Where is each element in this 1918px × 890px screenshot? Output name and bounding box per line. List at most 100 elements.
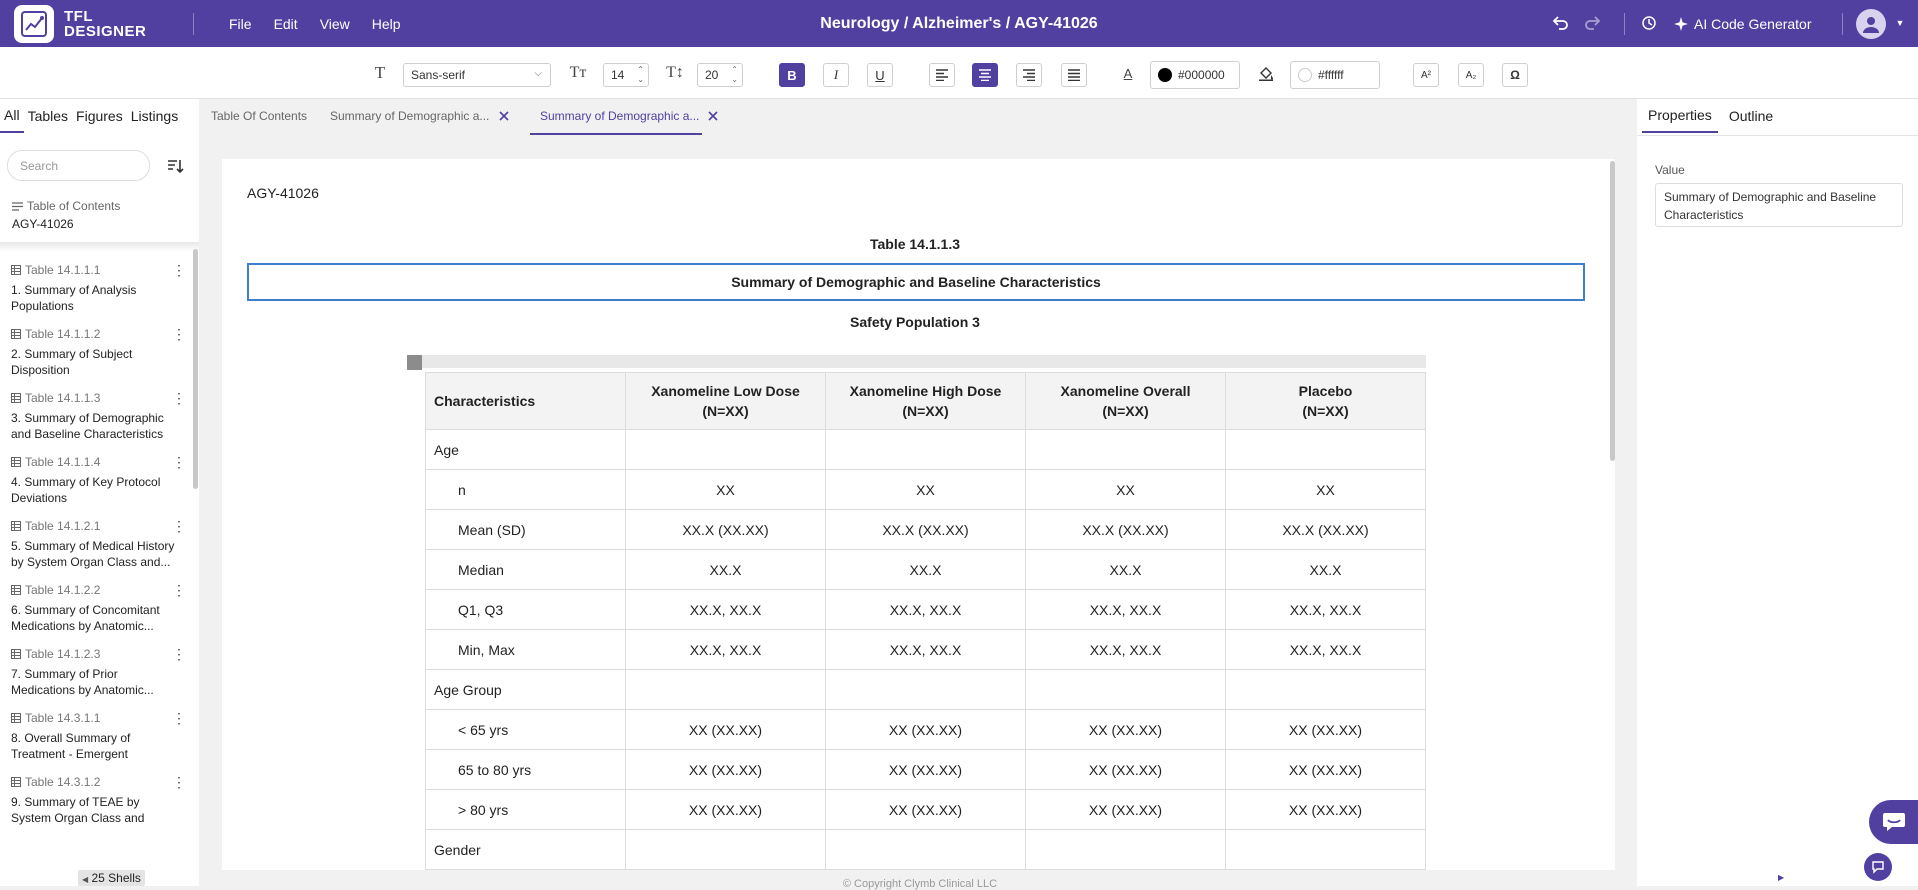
- align-left-button[interactable]: [929, 63, 955, 87]
- special-characters-button[interactable]: Ω: [1502, 63, 1528, 87]
- table-cell[interactable]: [1225, 429, 1426, 470]
- table-title[interactable]: Summary of Demographic and Baseline Char…: [247, 263, 1585, 301]
- table-cell[interactable]: [625, 669, 826, 710]
- row-label[interactable]: Age: [425, 429, 626, 470]
- table-cell[interactable]: XX: [1025, 469, 1226, 510]
- table-cell[interactable]: XX (XX.XX): [1025, 789, 1226, 830]
- table-number[interactable]: Table 14.1.1.3: [222, 236, 1608, 252]
- line-height-stepper[interactable]: 20 ⌃ ⌄: [697, 63, 743, 87]
- column-header[interactable]: Placebo (N=XX): [1225, 372, 1426, 430]
- subscript-button[interactable]: A₂: [1458, 63, 1484, 87]
- table-cell[interactable]: XX.X, XX.X: [1025, 589, 1226, 630]
- table-cell[interactable]: [625, 429, 826, 470]
- row-label[interactable]: n: [425, 469, 626, 510]
- stepper-arrows-icon[interactable]: ⌃ ⌄: [637, 65, 644, 85]
- table-cell[interactable]: [1225, 829, 1426, 870]
- undo-icon[interactable]: [1550, 13, 1570, 33]
- more-vertical-icon[interactable]: ⋮: [172, 647, 186, 664]
- table-cell[interactable]: [1225, 669, 1426, 710]
- column-header[interactable]: Xanomeline Low Dose (N=XX): [625, 372, 826, 430]
- row-label[interactable]: Min, Max: [425, 629, 626, 670]
- table-cell[interactable]: XX.X (XX.XX): [625, 509, 826, 550]
- row-label[interactable]: Mean (SD): [425, 509, 626, 550]
- tab-figures[interactable]: Figures: [72, 99, 127, 133]
- table-cell[interactable]: XX (XX.XX): [1025, 709, 1226, 750]
- menu-edit[interactable]: Edit: [263, 0, 309, 47]
- more-vertical-icon[interactable]: ⋮: [172, 711, 186, 728]
- toc-item[interactable]: Table 14.1.2.2 6. Summary of Concomitant …: [0, 579, 186, 643]
- column-header[interactable]: Xanomeline High Dose (N=XX): [825, 372, 1026, 430]
- search-input[interactable]: Search: [7, 150, 150, 181]
- superscript-button[interactable]: A²: [1413, 63, 1439, 87]
- more-vertical-icon[interactable]: ⋮: [172, 327, 186, 344]
- row-label[interactable]: Median: [425, 549, 626, 590]
- table-cell[interactable]: XX (XX.XX): [1225, 789, 1426, 830]
- more-vertical-icon[interactable]: ⋮: [172, 519, 186, 536]
- toc-item[interactable]: Table 14.1.1.1 1. Summary of Analysis Pop…: [0, 259, 186, 323]
- table-cell[interactable]: XX (XX.XX): [1025, 749, 1226, 790]
- menu-file[interactable]: File: [218, 0, 263, 47]
- table-cell[interactable]: XX.X: [1025, 549, 1226, 590]
- column-resize-bar[interactable]: [422, 355, 1426, 368]
- row-label[interactable]: Q1, Q3: [425, 589, 626, 630]
- underline-button[interactable]: U: [867, 63, 893, 87]
- more-vertical-icon[interactable]: ⋮: [172, 455, 186, 472]
- toc-header[interactable]: Table of Contents: [12, 199, 120, 213]
- table-cell[interactable]: XX.X, XX.X: [1025, 629, 1226, 670]
- chevron-down-icon[interactable]: ▼: [1890, 13, 1910, 33]
- fill-color-picker[interactable]: #ffffff: [1290, 61, 1380, 89]
- table-cell[interactable]: XX.X, XX.X: [1225, 589, 1426, 630]
- table-cell[interactable]: XX.X, XX.X: [625, 589, 826, 630]
- italic-button[interactable]: I: [823, 63, 849, 87]
- table-cell[interactable]: [1025, 429, 1226, 470]
- support-button[interactable]: [1864, 853, 1892, 881]
- tab-all[interactable]: All: [0, 99, 24, 133]
- tab-tables[interactable]: Tables: [24, 99, 72, 133]
- table-cell[interactable]: XX.X: [825, 549, 1026, 590]
- table-cell[interactable]: [1025, 669, 1226, 710]
- table-cell[interactable]: XX (XX.XX): [825, 789, 1026, 830]
- align-justify-button[interactable]: [1061, 63, 1087, 87]
- toc-item[interactable]: Table 14.1.1.4 4. Summary of Key Protocol…: [0, 451, 186, 515]
- user-avatar[interactable]: [1856, 9, 1886, 39]
- more-vertical-icon[interactable]: ⋮: [172, 391, 186, 408]
- bold-button[interactable]: B: [779, 63, 805, 87]
- chat-button[interactable]: [1869, 800, 1918, 844]
- table-cell[interactable]: XX.X (XX.XX): [825, 509, 1026, 550]
- table-cell[interactable]: XX.X, XX.X: [825, 629, 1026, 670]
- value-field[interactable]: Summary of Demographic and Baseline Char…: [1655, 183, 1903, 227]
- table-cell[interactable]: [1025, 829, 1226, 870]
- font-size-stepper[interactable]: 14 ⌃ ⌄: [603, 63, 649, 87]
- table-cell[interactable]: XX: [825, 469, 1026, 510]
- more-vertical-icon[interactable]: ⋮: [172, 263, 186, 280]
- table-cell[interactable]: XX (XX.XX): [625, 789, 826, 830]
- row-label[interactable]: Age Group: [425, 669, 626, 710]
- study-id[interactable]: AGY-41026: [247, 185, 319, 201]
- history-icon[interactable]: [1639, 13, 1659, 33]
- table-cell[interactable]: XX.X: [1225, 549, 1426, 590]
- table-cell[interactable]: [825, 429, 1026, 470]
- font-family-select[interactable]: Sans-serif ⌵: [403, 63, 551, 87]
- table-cell[interactable]: XX.X, XX.X: [625, 629, 826, 670]
- toc-item[interactable]: Table 14.3.1.2 9. Summary of TEAE by Syst…: [0, 771, 186, 835]
- align-right-button[interactable]: [1016, 63, 1042, 87]
- table-cell[interactable]: XX.X: [625, 549, 826, 590]
- align-center-button[interactable]: [972, 63, 998, 87]
- doc-tab-toc[interactable]: Table Of Contents: [211, 99, 311, 135]
- row-label[interactable]: < 65 yrs: [425, 709, 626, 750]
- table-cell[interactable]: XX (XX.XX): [1225, 749, 1426, 790]
- table-cell[interactable]: XX (XX.XX): [625, 709, 826, 750]
- table-cell[interactable]: XX (XX.XX): [825, 709, 1026, 750]
- table-cell[interactable]: XX.X, XX.X: [825, 589, 1026, 630]
- redo-icon[interactable]: [1583, 13, 1603, 33]
- toc-item[interactable]: Table 14.1.2.3 7. Summary of Prior Medica…: [0, 643, 186, 707]
- text-color-picker[interactable]: #000000: [1150, 61, 1240, 89]
- table-cell[interactable]: XX (XX.XX): [1225, 709, 1426, 750]
- table-cell[interactable]: [825, 669, 1026, 710]
- table-drag-handle[interactable]: [407, 355, 422, 370]
- column-header[interactable]: Characteristics: [425, 372, 626, 430]
- more-vertical-icon[interactable]: ⋮: [172, 583, 186, 600]
- table-cell[interactable]: XX: [625, 469, 826, 510]
- more-vertical-icon[interactable]: ⋮: [172, 775, 186, 792]
- doc-tab-demographic-1[interactable]: Summary of Demographic a...: [330, 99, 500, 135]
